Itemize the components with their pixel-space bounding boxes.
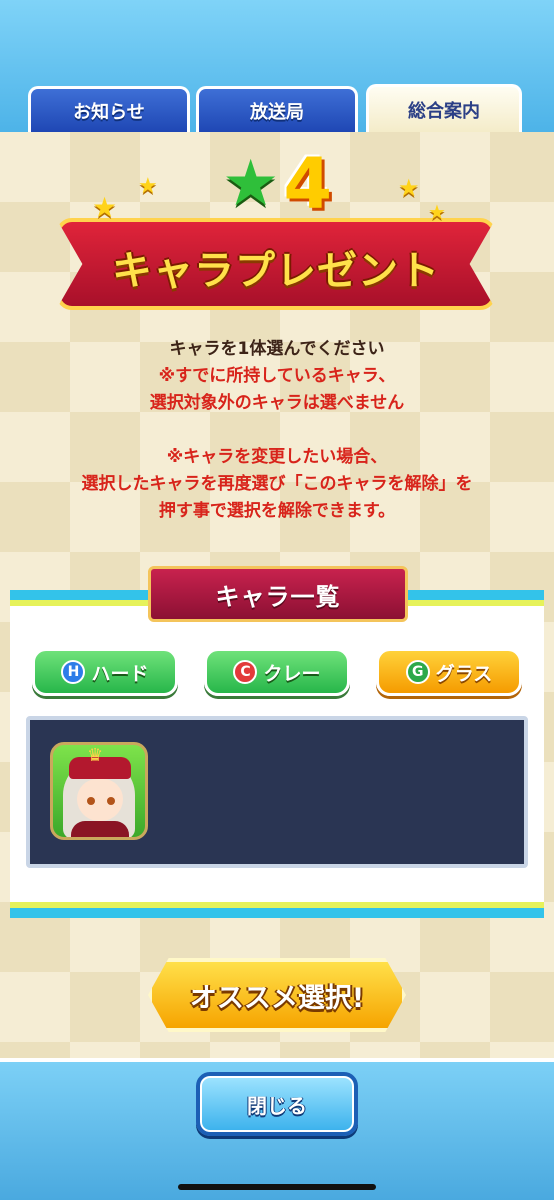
tab-broadcast[interactable]: 放送局 xyxy=(196,86,358,132)
filter-hard-button[interactable]: H ハード xyxy=(32,648,178,696)
sparkle-star-icon: ★ xyxy=(138,174,158,199)
filter-label: クレー xyxy=(263,662,321,685)
recommend-select-button[interactable]: オススメ選択! xyxy=(148,958,406,1032)
tab-general-info[interactable]: 総合案内 xyxy=(366,84,522,132)
filter-label: グラス xyxy=(435,662,493,685)
clay-badge-icon: C xyxy=(233,660,258,684)
character-list-title: キャラ一覧 xyxy=(148,566,408,622)
character-card[interactable]: ♛ xyxy=(50,742,148,840)
banner-title: キャラプレゼント xyxy=(112,248,440,294)
instructions: キャラを1体選んでください ※すでに所持しているキャラ、 選択対象外のキャラは選… xyxy=(0,336,554,525)
tab-news[interactable]: お知らせ xyxy=(28,86,190,132)
instruction-main: キャラを1体選んでください xyxy=(169,339,385,359)
sparkle-star-icon: ★ xyxy=(398,174,420,202)
instruction-note: ※キャラを変更したい場合、 xyxy=(166,447,388,467)
instruction-note: ※すでに所持しているキャラ、 xyxy=(158,366,396,386)
instruction-note: 押す事で選択を解除できます。 xyxy=(158,501,396,521)
filter-label: ハード xyxy=(91,662,149,685)
home-indicator xyxy=(178,1184,376,1190)
rank-badge: ★ 4 xyxy=(182,144,372,224)
crown-icon: ♛ xyxy=(87,745,104,766)
filter-clay-button[interactable]: C クレー xyxy=(204,648,350,696)
star-icon: ★ xyxy=(221,147,280,221)
hard-badge-icon: H xyxy=(61,660,86,684)
filter-grass-button[interactable]: G グラス xyxy=(376,648,522,696)
title-banner: ★ 4 ★ ★ ★ ★ キャラプレゼント xyxy=(56,149,496,316)
sparkle-star-icon: ★ xyxy=(428,200,446,224)
grass-badge-icon: G xyxy=(405,660,430,684)
instruction-note: 選択対象外のキャラは選べません xyxy=(149,393,405,413)
sparkle-star-icon: ★ xyxy=(92,191,118,224)
close-button[interactable]: 閉じる xyxy=(196,1072,358,1136)
instruction-note: 選択したキャラを再度選び「このキャラを解除」を xyxy=(81,474,473,494)
rank-number: 4 xyxy=(283,143,333,225)
